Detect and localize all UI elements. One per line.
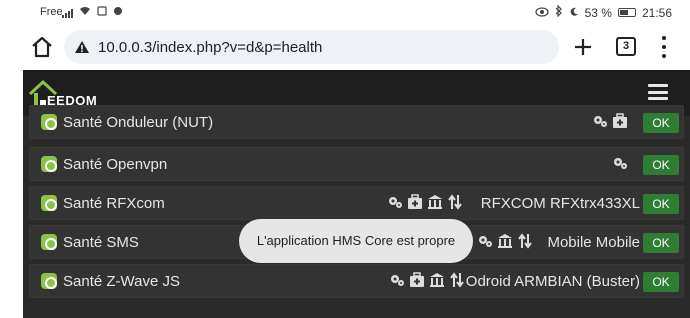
toast-notification: L'application HMS Core est propre [239, 219, 473, 263]
health-row: Santé Z-Wave JS Odroid ARMBIAN (Buster) … [29, 264, 684, 298]
status-ok-badge: OK [643, 233, 679, 253]
medkit-icon[interactable] [407, 194, 423, 210]
exchange-arrows-icon[interactable] [447, 194, 463, 210]
not-secure-warning-icon[interactable] [74, 40, 90, 54]
tab-switcher-button[interactable]: 3 [616, 37, 636, 56]
plugin-name: Santé Onduleur (NUT) [63, 114, 214, 131]
url-text[interactable]: 10.0.0.3/index.php?v=d&p=health [98, 39, 322, 56]
status-ok-badge: OK [643, 113, 679, 133]
notification-icon [97, 6, 107, 19]
config-gears-icon[interactable] [389, 272, 405, 288]
plugin-icon [41, 234, 57, 250]
row-actions [592, 113, 628, 129]
exchange-arrows-icon[interactable] [517, 233, 533, 249]
config-gears-icon[interactable] [387, 194, 403, 210]
health-row: Santé RFXcom RFXCOM RFXtrx433XL OK [29, 186, 684, 220]
row-actions [477, 233, 533, 249]
plugin-name: Santé Z-Wave JS [63, 273, 180, 290]
medkit-icon[interactable] [612, 113, 628, 129]
battery-percent: 53 % [584, 5, 612, 20]
status-ok-badge: OK [643, 272, 679, 292]
config-gears-icon[interactable] [612, 155, 628, 171]
home-icon [32, 36, 52, 58]
status-icons-right: 53 % 21:56 [535, 4, 672, 20]
exchange-arrows-icon[interactable] [449, 272, 465, 288]
home-button[interactable] [30, 36, 54, 58]
config-gears-icon[interactable] [592, 113, 608, 129]
health-row: Santé Openvpn OK [29, 147, 684, 181]
plus-icon [575, 39, 591, 55]
device-detail: Mobile Mobile [547, 234, 640, 251]
plugin-icon [41, 114, 57, 130]
status-icons-left [62, 6, 123, 19]
plugin-icon [41, 273, 57, 289]
plugin-name: Santé RFXcom [63, 195, 165, 212]
health-row: Santé Onduleur (NUT) OK [29, 105, 684, 139]
browser-toolbar: 10.0.0.3/index.php?v=d&p=health 3 [0, 24, 690, 70]
status-ok-badge: OK [643, 155, 679, 175]
device-detail: Odroid ARMBIAN (Buster) [465, 273, 640, 290]
bank-icon[interactable] [429, 272, 445, 288]
bank-icon[interactable] [497, 233, 513, 249]
clock: 21:56 [641, 5, 672, 20]
messenger-icon [113, 6, 123, 19]
carrier-label: Free [40, 6, 63, 18]
status-bar: Free 53 % 21:56 [0, 0, 690, 24]
more-menu-button[interactable] [660, 36, 668, 58]
config-gears-icon[interactable] [477, 233, 493, 249]
row-actions [612, 155, 628, 171]
plugin-icon [41, 156, 57, 172]
battery-icon [617, 8, 636, 17]
plugin-name: Santé SMS [63, 234, 139, 251]
device-detail: RFXCOM RFXtrx433XL [480, 195, 640, 212]
jeedom-app: EEDOM Santé Onduleur (NUT) OK Santé Open… [23, 70, 690, 318]
hamburger-menu-button[interactable] [648, 84, 668, 100]
plugin-icon [41, 195, 57, 211]
status-ok-badge: OK [643, 194, 679, 214]
wifi-icon [79, 6, 91, 19]
bluetooth-icon [555, 4, 563, 20]
eye-comfort-icon [535, 6, 549, 20]
address-bar[interactable]: 10.0.0.3/index.php?v=d&p=health [64, 30, 559, 64]
row-actions [387, 194, 463, 210]
row-actions [389, 272, 465, 288]
bank-icon[interactable] [427, 194, 443, 210]
dnd-moon-icon [569, 6, 579, 20]
new-tab-button[interactable] [570, 34, 596, 60]
signal-icon [62, 8, 73, 18]
medkit-icon[interactable] [409, 272, 425, 288]
plugin-name: Santé Openvpn [63, 156, 168, 173]
page-viewport: EEDOM Santé Onduleur (NUT) OK Santé Open… [0, 70, 690, 318]
